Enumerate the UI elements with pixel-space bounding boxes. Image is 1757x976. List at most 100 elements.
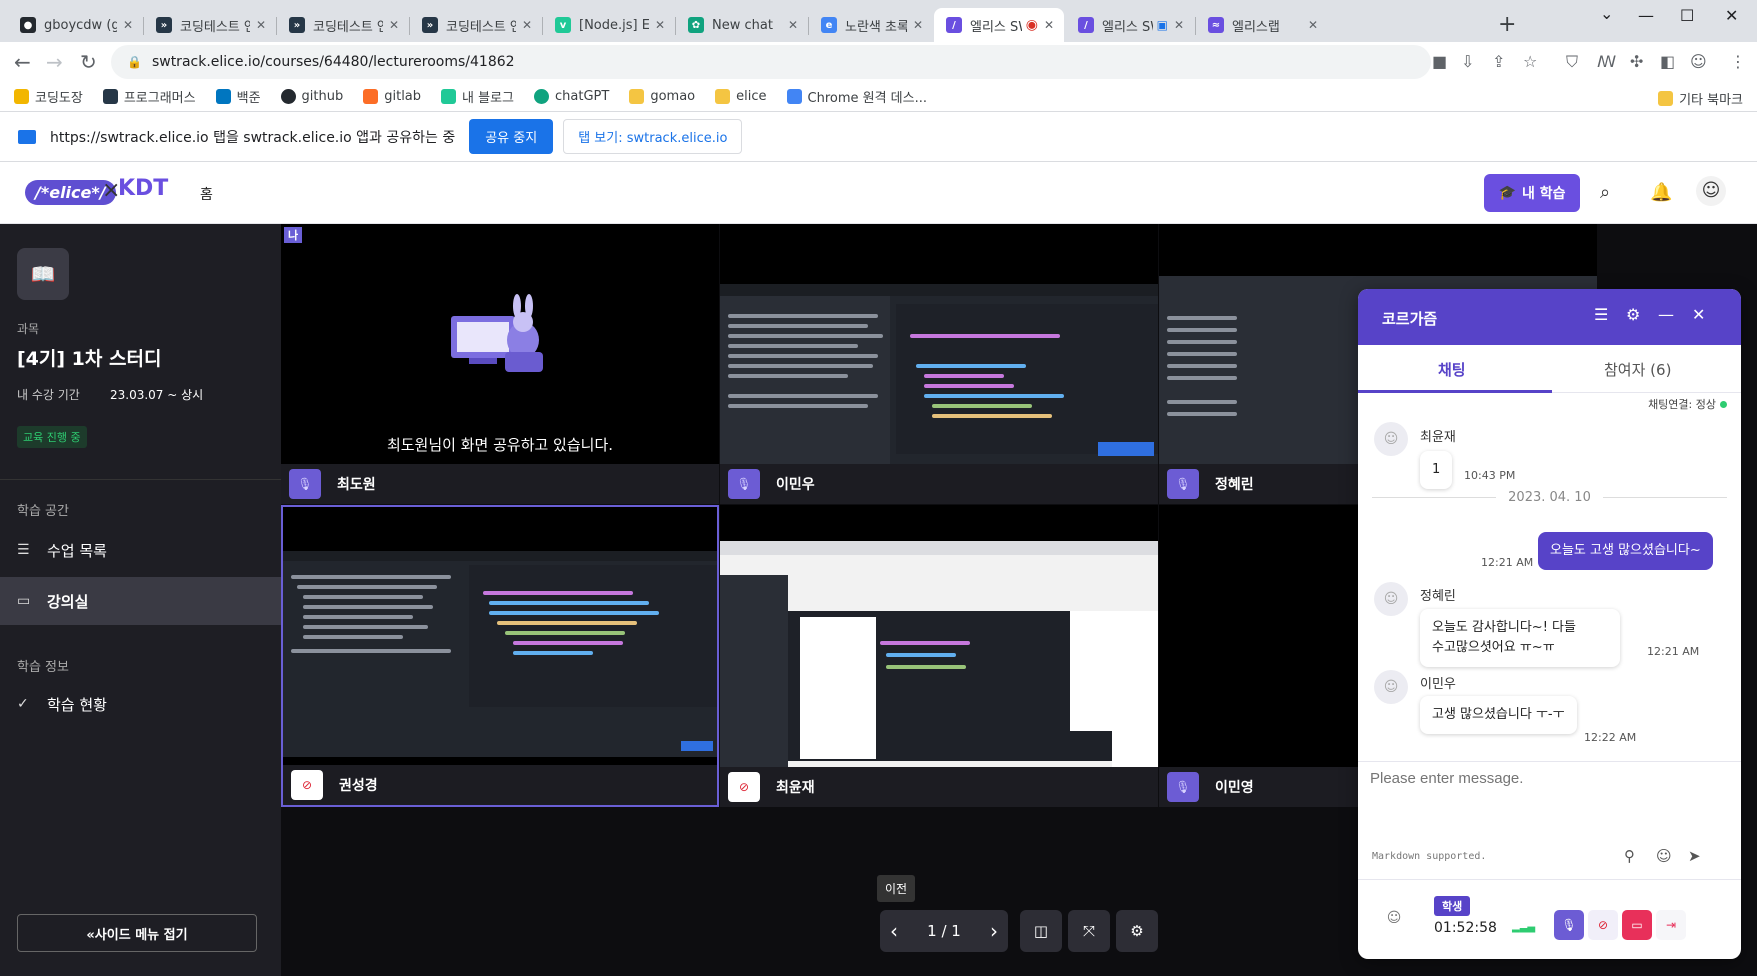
chevron-left-icon[interactable]: ‹ — [890, 919, 898, 943]
sidebar-item-lessons[interactable]: ☰ 수업 목록 — [0, 526, 281, 574]
sidebar-item-progress[interactable]: ✓ 학습 현황 — [0, 680, 281, 728]
close-icon[interactable]: ✕ — [1692, 305, 1705, 324]
bell-icon[interactable]: 🔔 — [1650, 182, 1672, 203]
close-icon[interactable]: ✕ — [123, 18, 133, 32]
browser-tab[interactable]: ● gboycdw (gom ✕ — [8, 8, 143, 42]
layout-toggle-icon[interactable]: ◫ — [1020, 910, 1062, 952]
monitor-icon: ▭ — [17, 593, 31, 609]
close-icon[interactable]: ✕ — [655, 18, 665, 32]
participant-name: 이민우 — [776, 477, 815, 493]
share-icon[interactable]: ⇪ — [1492, 52, 1505, 71]
window-close-icon[interactable]: ✕ — [1725, 6, 1738, 25]
message-time: 10:43 PM — [1464, 469, 1516, 482]
browser-tab[interactable]: » 코딩테스트 연습 ✕ — [277, 8, 409, 42]
video-tile[interactable]: 🎙 이민우 — [720, 224, 1158, 504]
other-bookmarks[interactable]: 기타 북마크 — [1658, 89, 1743, 108]
menu-icon[interactable]: ☰ — [1594, 305, 1608, 324]
bookmark-star-icon[interactable]: ☆ — [1523, 52, 1537, 71]
markdown-note: Markdown supported. — [1372, 851, 1487, 862]
browser-tab[interactable]: / 엘리스 SW ▣ ✕ — [1066, 8, 1194, 42]
side-panel-icon[interactable]: ◧ — [1660, 52, 1675, 71]
close-icon[interactable]: ✕ — [1174, 18, 1184, 32]
bookmark-item[interactable]: github — [280, 89, 343, 104]
programmers-icon: » — [422, 17, 438, 33]
tab-search-chevron-icon[interactable]: ⌄ — [1600, 4, 1613, 23]
pagination: ‹ 1 / 1 › — [880, 910, 1008, 952]
bookmark-item[interactable]: 프로그래머스 — [102, 87, 196, 106]
profile-avatar-icon[interactable]: ☺ — [1690, 52, 1707, 71]
browser-tab[interactable]: ✿ New chat ✕ — [676, 8, 808, 42]
browser-tab[interactable]: » 코딩테스트 연습 ✕ — [410, 8, 542, 42]
kdt-logo[interactable]: KDT — [118, 176, 168, 201]
extension-icon[interactable]: ꟿ — [1597, 52, 1616, 71]
browser-tab[interactable]: e 노란색 초록색 ✕ — [809, 8, 933, 42]
close-icon[interactable]: ✕ — [1044, 18, 1054, 32]
tab-participants[interactable]: 참여자 (6) — [1604, 359, 1671, 380]
gear-icon[interactable]: ⚙ — [1626, 305, 1640, 324]
new-tab-plus-icon[interactable]: + — [1498, 12, 1516, 37]
message-input[interactable] — [1370, 770, 1720, 840]
browser-tab[interactable]: » 코딩테스트 연습 ✕ — [144, 8, 276, 42]
fullscreen-icon[interactable]: ⤧ — [1068, 910, 1110, 952]
remote-desktop-icon — [786, 89, 802, 104]
bookmark-item[interactable]: chatGPT — [534, 89, 609, 104]
programmers-icon: » — [156, 17, 172, 33]
camera-icon[interactable]: ■ — [1432, 52, 1447, 71]
bookmark-favicon-icon — [14, 89, 29, 104]
bookmark-item[interactable]: 코딩도장 — [14, 87, 83, 106]
mic-icon[interactable]: 🎙 — [1554, 910, 1584, 940]
back-arrow-icon[interactable]: ← — [14, 50, 31, 74]
shield-extension-icon[interactable]: ⛉ — [1566, 52, 1578, 72]
video-tile-active-speaker[interactable]: ⊘ 권성경 — [281, 505, 719, 807]
chevron-right-icon[interactable]: › — [990, 919, 998, 943]
collapse-sidebar-button[interactable]: «사이드 메뉴 접기 — [17, 914, 257, 952]
elicelab-icon: ≈ — [1208, 17, 1224, 33]
search-icon[interactable]: ⌕ — [1600, 182, 1610, 203]
video-tile[interactable]: ⊘ 최윤재 — [720, 505, 1158, 807]
sidebar-item-lecture-room[interactable]: ▭ 강의실 — [0, 577, 281, 625]
avatar: ☺ — [1374, 670, 1408, 704]
tab-chat[interactable]: 채팅 — [1438, 359, 1466, 380]
url-bar[interactable]: 🔒 swtrack.elice.io/courses/64480/lecture… — [111, 45, 1431, 79]
message-bubble: 1 — [1420, 451, 1452, 489]
bookmark-folder[interactable]: gomao — [629, 89, 695, 104]
my-learning-button[interactable]: 🎓 내 학습 — [1484, 174, 1580, 212]
close-icon[interactable]: ✕ — [1308, 18, 1318, 32]
close-icon[interactable]: ✕ — [788, 18, 798, 32]
minimize-icon[interactable]: — — [1658, 305, 1674, 324]
paperclip-icon[interactable]: ⚲ — [1624, 847, 1635, 865]
video-tile[interactable]: 나 최도원님이 화면 공유하고 있습니다. 🎙 최도원 — [281, 224, 719, 504]
bookmark-item[interactable]: 백준 — [215, 87, 261, 106]
bookmark-item[interactable]: Chrome 원격 데스... — [786, 87, 927, 106]
stop-sharing-button[interactable]: 공유 중지 — [469, 119, 554, 154]
close-icon[interactable]: ✕ — [913, 18, 923, 32]
send-icon[interactable]: ➤ — [1688, 847, 1701, 865]
bookmark-folder[interactable]: elice — [715, 89, 767, 104]
browser-tab[interactable]: v [Node.js] Expre ✕ — [543, 8, 675, 42]
folder-icon — [629, 89, 645, 104]
menu-kebab-icon[interactable]: ⋮ — [1730, 52, 1746, 71]
close-icon[interactable]: ✕ — [389, 18, 399, 32]
emoji-icon[interactable]: ☺ — [1656, 847, 1672, 865]
camera-off-icon[interactable]: ⊘ — [1588, 910, 1618, 940]
leave-icon[interactable]: ⇥ — [1656, 910, 1686, 940]
home-link[interactable]: 홈 — [200, 184, 213, 204]
maximize-icon[interactable]: ☐ — [1680, 6, 1694, 25]
lock-icon[interactable]: 🔒 — [127, 55, 142, 69]
screen-share-icon[interactable]: ▭ — [1622, 910, 1652, 940]
bookmark-item[interactable]: 내 블로그 — [441, 87, 514, 106]
install-app-icon[interactable]: ⇩ — [1461, 52, 1474, 71]
chat-panel: 코르가즘 ☰ ⚙ — ✕ 채팅 참여자 (6) 채팅연결: 정상 ☺ 최윤재 1… — [1358, 289, 1741, 959]
forward-arrow-icon[interactable]: → — [46, 50, 63, 74]
browser-tab[interactable]: ≈ 엘리스랩 ✕ — [1196, 8, 1328, 42]
bookmark-item[interactable]: gitlab — [363, 89, 421, 104]
close-icon[interactable]: ✕ — [522, 18, 532, 32]
minimize-icon[interactable]: — — [1638, 6, 1654, 25]
view-tab-button[interactable]: 탭 보기: swtrack.elice.io — [563, 119, 743, 154]
settings-gear-icon[interactable]: ⚙ — [1116, 910, 1158, 952]
avatar[interactable]: ☺ — [1696, 176, 1726, 206]
screen-share-illustration — [451, 294, 543, 372]
puzzle-icon[interactable]: ✣ — [1630, 52, 1643, 71]
close-icon[interactable]: ✕ — [256, 18, 266, 32]
reload-icon[interactable]: ↻ — [80, 50, 97, 74]
